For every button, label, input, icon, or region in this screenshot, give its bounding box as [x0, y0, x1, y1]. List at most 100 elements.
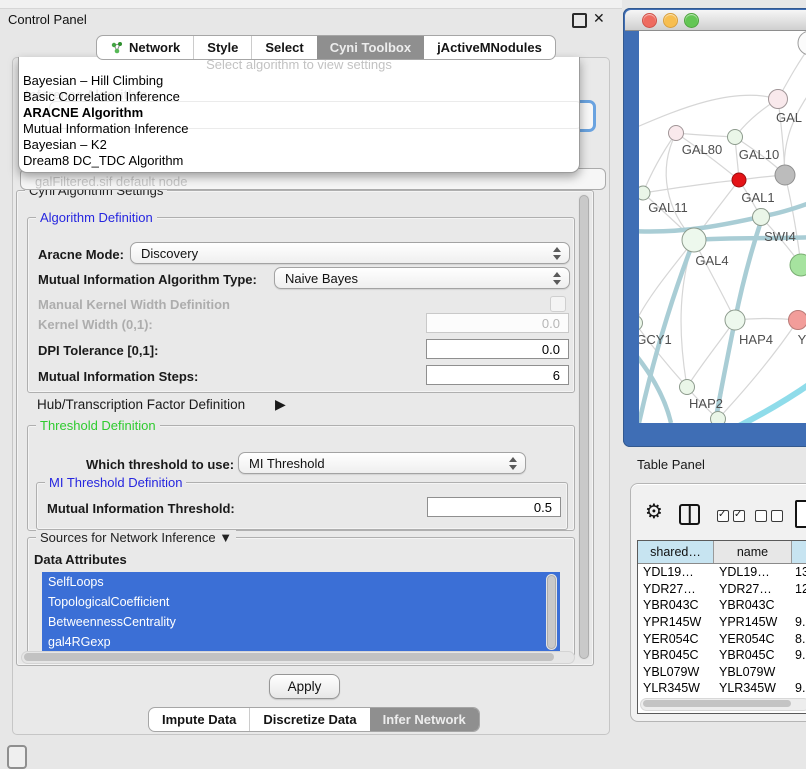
node-bright-green[interactable] — [790, 254, 806, 276]
network-canvas[interactable]: GAL GAL80 GAL10 GAL1 GAL11 SWI4 GAL4 GCY… — [639, 31, 806, 423]
window-close-button[interactable] — [642, 13, 657, 28]
mi-threshold-label: Mutual Information Threshold: — [47, 501, 235, 516]
node-gcy1[interactable] — [639, 316, 643, 331]
settings-scrollbar-vertical[interactable] — [578, 194, 590, 660]
table-row[interactable]: YDL19… YDL19… 13 — [638, 564, 806, 581]
list-item-betweennesscentrality[interactable]: BetweennessCentrality — [42, 612, 560, 632]
data-attributes-label: Data Attributes — [34, 552, 127, 567]
node-bottom-partial[interactable] — [711, 412, 726, 424]
table-settings-gear-icon[interactable]: ⚙ — [645, 501, 663, 523]
node-gal-partial[interactable] — [769, 90, 788, 109]
window-zoom-button[interactable] — [684, 13, 699, 28]
mi-threshold-group-title: MI Threshold Definition — [45, 475, 186, 490]
node-hap4[interactable] — [725, 310, 745, 330]
tab-impute-data[interactable]: Impute Data — [149, 708, 249, 731]
dropdown-item-bayesian-k2[interactable]: Bayesian – K2 — [19, 137, 579, 153]
node-gal10[interactable] — [728, 130, 743, 145]
tab-discretize-data[interactable]: Discretize Data — [249, 708, 369, 731]
settings-hscrollbar-thumb[interactable] — [24, 653, 554, 661]
table-row[interactable]: YBR043C YBR043C — [638, 597, 806, 614]
label-gal11: GAL11 — [648, 200, 688, 215]
list-item-selfloops[interactable]: SelfLoops — [42, 572, 560, 592]
node-swi4[interactable] — [753, 209, 770, 226]
tab-select[interactable]: Select — [251, 36, 316, 59]
node-gal1-red[interactable] — [732, 173, 746, 187]
table-row[interactable]: YER054C YER054C 8. — [638, 630, 806, 647]
tab-discretize-data-label: Discretize Data — [263, 712, 356, 727]
threshold-definition-title: Threshold Definition — [36, 418, 160, 433]
mi-threshold-group: MI Threshold Definition Mutual Informati… — [36, 482, 568, 530]
settings-scrollbar-horizontal[interactable] — [21, 651, 575, 664]
node-table: shared… name YDL19… YDL19… 13 YDR27… YDR… — [637, 540, 806, 714]
dpi-tolerance-label: DPI Tolerance [0,1]: — [38, 343, 158, 358]
table-row[interactable]: YDR27… YDR27… 12 — [638, 581, 806, 598]
dropdown-item-basic-correlation[interactable]: Basic Correlation Inference — [19, 89, 579, 105]
tab-network[interactable]: Network — [97, 36, 193, 59]
dropdown-item-aracne[interactable]: ARACNE Algorithm — [19, 105, 579, 121]
column-header-partial[interactable] — [792, 541, 806, 563]
new-table-icon[interactable] — [795, 500, 806, 528]
table-hscrollbar-thumb[interactable] — [643, 700, 791, 707]
screen: Control Panel ✕ Network Style Select Cyn… — [0, 0, 806, 762]
node-gal4[interactable] — [682, 228, 706, 252]
mi-threshold-field[interactable]: 0.5 — [427, 497, 561, 517]
label-hap4: HAP4 — [739, 332, 773, 347]
cell-shared-name: YBR043C — [638, 598, 714, 612]
manual-kernel-checkbox[interactable] — [550, 296, 566, 312]
cell-shared-name: YLR345W — [638, 681, 714, 695]
tab-jactivemnodules-label: jActiveMNodules — [437, 40, 542, 55]
dropdown-item-dream8[interactable]: Dream8 DC_TDC Algorithm — [19, 153, 579, 169]
restore-panel-icon[interactable] — [7, 745, 27, 769]
node-unlabeled-top[interactable] — [798, 31, 806, 55]
label-gal80: GAL80 — [682, 142, 722, 157]
table-row[interactable]: YLR345W YLR345W 9. — [638, 680, 806, 697]
mi-type-combobox[interactable]: Naive Bayes — [274, 267, 570, 289]
aracne-mode-combobox[interactable]: Discovery — [130, 242, 570, 264]
dpi-tolerance-field[interactable]: 0.0 — [426, 339, 569, 359]
table-row[interactable]: YBR045C YBR045C 9. — [638, 647, 806, 664]
table-panel-title: Table Panel — [637, 457, 705, 472]
tab-infer-network[interactable]: Infer Network — [370, 708, 479, 731]
column-header-name[interactable]: name — [714, 541, 792, 563]
cell-value: 8. — [792, 632, 806, 646]
window-minimize-button[interactable] — [663, 13, 678, 28]
table-row[interactable]: YPR145W YPR145W 9. — [638, 614, 806, 631]
column-view-icon[interactable] — [679, 504, 700, 525]
node-gal80[interactable] — [669, 126, 684, 141]
sources-collapse-arrow-icon[interactable]: ▼ — [219, 530, 232, 545]
settings-scrollbar-thumb[interactable] — [579, 195, 589, 659]
apply-button[interactable]: Apply — [269, 674, 340, 699]
table-row[interactable]: YBL079W YBL079W — [638, 664, 806, 681]
cell-value: 13 — [792, 565, 806, 579]
dropdown-item-bayesian-hill[interactable]: Bayesian – Hill Climbing — [19, 73, 579, 89]
column-header-shared-name[interactable]: shared… — [638, 541, 714, 563]
tab-cyni-toolbox[interactable]: Cyni Toolbox — [317, 36, 424, 59]
label-gal10: GAL10 — [739, 147, 779, 162]
label-gal-partial: GAL — [776, 110, 802, 125]
kernel-width-value: 0.0 — [542, 316, 560, 331]
deselect-all-checkboxes-icon[interactable] — [755, 510, 783, 522]
attributes-scrollbar-thumb[interactable] — [547, 575, 556, 649]
list-item-topologicalcoefficient[interactable]: TopologicalCoefficient — [42, 592, 560, 612]
node-salmon[interactable] — [789, 311, 806, 330]
attributes-scrollbar-vertical[interactable] — [546, 574, 557, 650]
select-all-checkboxes-icon[interactable] — [717, 510, 745, 522]
cell-name: YBR043C — [714, 598, 792, 612]
kernel-width-label: Kernel Width (0,1): — [38, 317, 153, 332]
network-window-titlebar[interactable] — [625, 10, 806, 31]
node-gal11[interactable] — [639, 186, 650, 200]
list-item-gal4rgexp[interactable]: gal4RGexp — [42, 632, 560, 652]
label-hap2: HAP2 — [689, 396, 723, 411]
hub-expand-arrow-icon[interactable]: ▶ — [275, 396, 286, 413]
node-hap2[interactable] — [680, 380, 695, 395]
table-scrollbar-horizontal[interactable] — [640, 698, 806, 711]
float-panel-icon[interactable] — [572, 13, 587, 28]
tab-style[interactable]: Style — [193, 36, 251, 59]
dropdown-item-mutual-information[interactable]: Mutual Information Inference — [19, 121, 579, 137]
kernel-width-field[interactable]: 0.0 — [426, 313, 569, 333]
node-gray[interactable] — [775, 165, 795, 185]
tab-jactivemnodules[interactable]: jActiveMNodules — [424, 36, 555, 59]
mi-steps-field[interactable]: 6 — [426, 365, 569, 385]
which-threshold-combobox[interactable]: MI Threshold — [238, 452, 526, 474]
close-panel-icon[interactable]: ✕ — [593, 10, 605, 27]
